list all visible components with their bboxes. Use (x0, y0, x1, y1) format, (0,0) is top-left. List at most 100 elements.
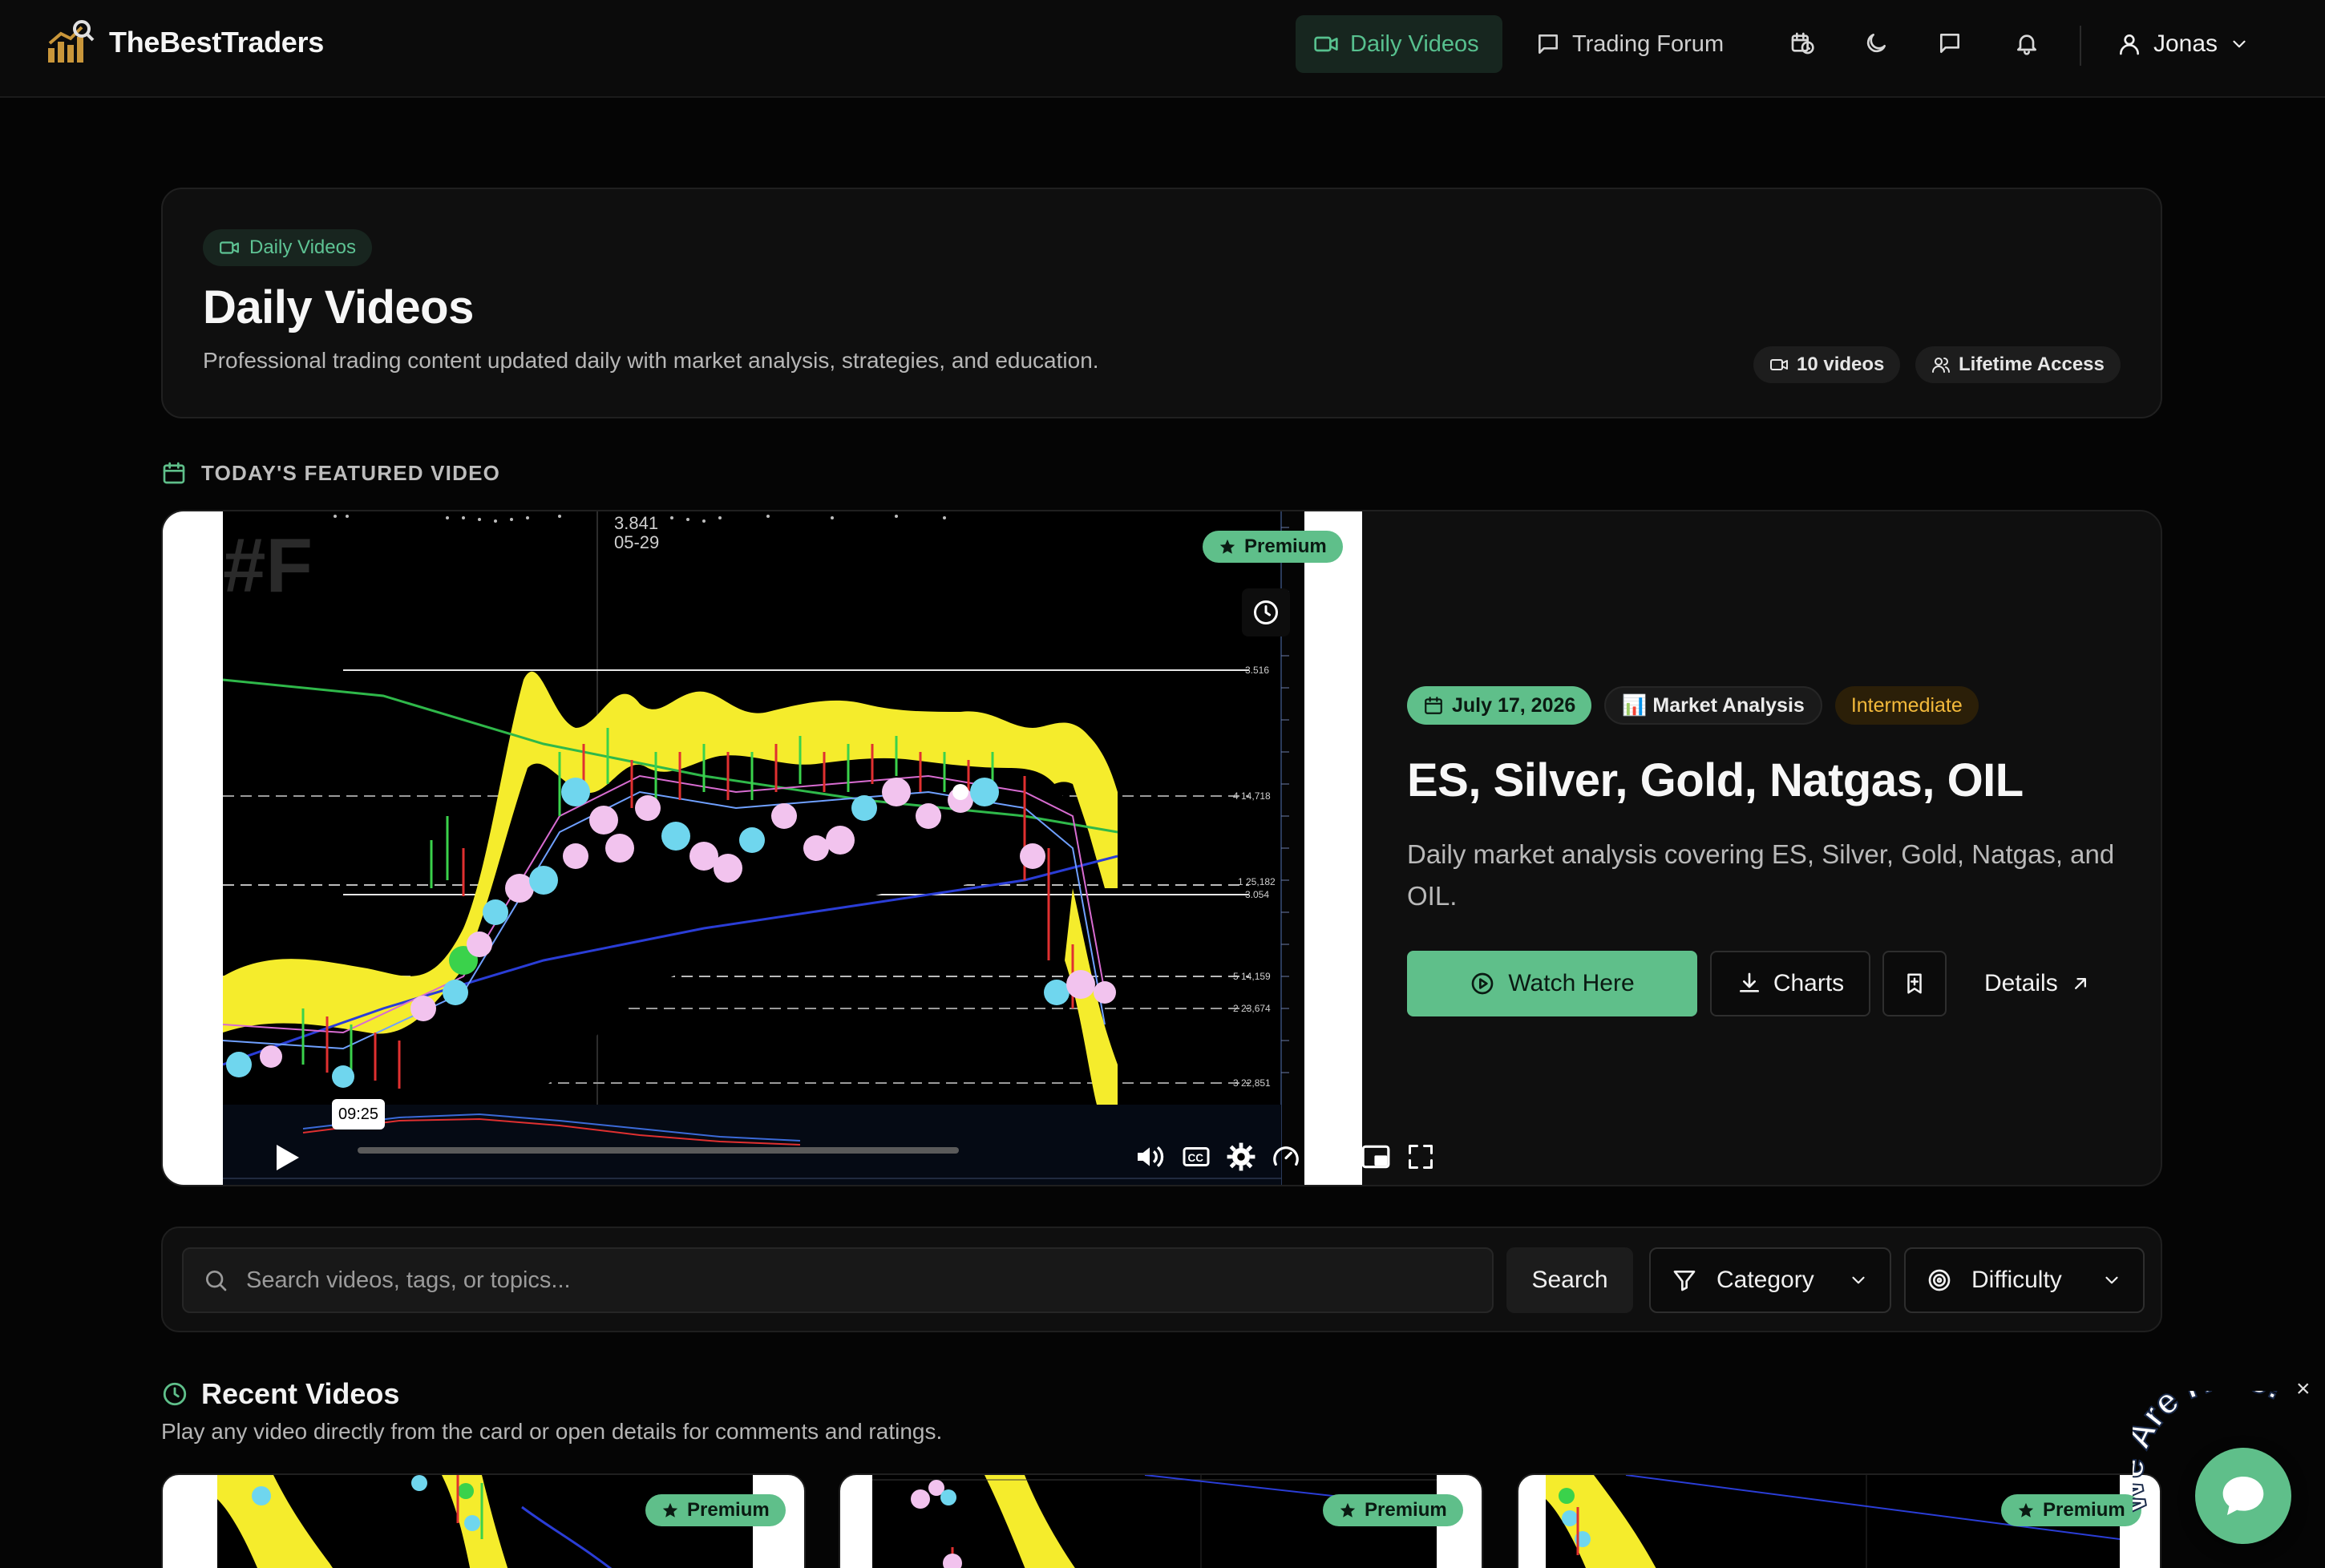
nav-trading-forum-label: Trading Forum (1572, 30, 1725, 57)
premium-badge: Premium (1323, 1494, 1463, 1526)
video-card[interactable]: Premium (161, 1473, 806, 1568)
watch-here-button[interactable]: Watch Here (1407, 951, 1697, 1016)
brand-name: TheBestTraders (109, 26, 324, 59)
chart-price-readout: 3.841 (614, 513, 658, 533)
target-icon (1927, 1267, 1952, 1293)
details-link[interactable]: Details (1984, 951, 2092, 1016)
seek-time-tooltip: 09:25 (332, 1099, 385, 1130)
page-subtitle: Professional trading content updated dai… (203, 348, 1099, 373)
video-camera-icon (219, 237, 240, 258)
star-icon (1219, 538, 1236, 556)
top-navigation-bar: TheBestTraders Daily Videos Trading Foru… (0, 0, 2325, 98)
search-field[interactable] (182, 1247, 1494, 1313)
page-header-card: Daily Videos Daily Videos Professional t… (161, 188, 2162, 418)
play-circle-icon (1470, 971, 1495, 996)
featured-section-label: TODAY'S FEATURED VIDEO (161, 460, 500, 486)
video-player[interactable]: #F 3.841 05-29 3.516 4 14,718 1 25,182 3… (163, 511, 1433, 1185)
clock-icon (1251, 598, 1280, 627)
recent-videos-heading: Recent Videos (161, 1377, 399, 1411)
level-label: 1 25,182 (1238, 876, 1276, 887)
play-button[interactable] (267, 1135, 307, 1180)
volume-icon[interactable] (1130, 1135, 1170, 1178)
playback-speed-icon[interactable] (1266, 1135, 1306, 1178)
difficulty-dropdown-label: Difficulty (1971, 1267, 2062, 1293)
chart-watermark: #F (223, 523, 313, 608)
fullscreen-icon[interactable] (1401, 1135, 1441, 1178)
category-dropdown-label: Category (1716, 1267, 1814, 1293)
details-label: Details (1984, 970, 2058, 996)
recent-videos-subtitle: Play any video directly from the card or… (161, 1419, 943, 1444)
watch-here-label: Watch Here (1508, 970, 1635, 996)
nav-trading-forum[interactable]: Trading Forum (1518, 15, 1742, 73)
video-card[interactable]: Premium (1517, 1473, 2161, 1568)
video-progress-bar[interactable] (358, 1147, 959, 1154)
video-card[interactable]: Premium (839, 1473, 1483, 1568)
chat-square-icon (1535, 31, 1561, 57)
premium-badge: Premium (2001, 1494, 2141, 1526)
calendar-clock-icon[interactable] (1785, 26, 1820, 61)
section-chip: Daily Videos (203, 229, 372, 266)
star-icon (1339, 1501, 1357, 1519)
premium-badge-label: Premium (1244, 535, 1327, 557)
premium-badge: Premium (1203, 531, 1343, 563)
nav-daily-videos-label: Daily Videos (1350, 30, 1479, 57)
section-chip-label: Daily Videos (249, 236, 356, 258)
watch-later-button[interactable] (1242, 588, 1290, 636)
premium-badge-label: Premium (687, 1499, 770, 1521)
chart-date-readout: 05-29 (614, 532, 659, 552)
level-label: 3.054 (1245, 889, 1269, 900)
svg-text:CC: CC (1188, 1152, 1204, 1164)
bell-icon[interactable] (2009, 26, 2044, 61)
filter-icon (1672, 1267, 1697, 1293)
featured-video-card: #F 3.841 05-29 3.516 4 14,718 1 25,182 3… (161, 510, 2162, 1186)
nav-daily-videos[interactable]: Daily Videos (1296, 15, 1502, 73)
calendar-icon (161, 460, 187, 486)
users-icon (1931, 355, 1951, 374)
videos-count-text: 10 videos (1797, 354, 1885, 375)
chat-launcher-button[interactable] (2195, 1448, 2291, 1544)
video-camera-icon (1769, 355, 1789, 374)
category-badge: 📊 Market Analysis (1604, 686, 1822, 725)
featured-section-label-text: TODAY'S FEATURED VIDEO (201, 460, 501, 485)
chevron-down-icon (2229, 34, 2250, 55)
featured-video-description: Daily market analysis covering ES, Silve… (1407, 839, 2115, 911)
featured-video-title[interactable]: ES, Silver, Gold, Natgas, OIL (1407, 754, 2024, 807)
category-dropdown[interactable]: Category (1649, 1247, 1891, 1313)
settings-gear-icon[interactable] (1221, 1135, 1261, 1178)
picture-in-picture-icon[interactable] (1356, 1135, 1396, 1178)
charts-label: Charts (1773, 970, 1845, 996)
premium-badge: Premium (645, 1494, 786, 1526)
search-filter-bar: Search Category Difficulty (161, 1227, 2162, 1332)
search-icon (203, 1267, 228, 1293)
difficulty-dropdown[interactable]: Difficulty (1904, 1247, 2145, 1313)
level-label: 4 14,718 (1233, 790, 1271, 802)
search-input[interactable] (246, 1249, 1492, 1311)
video-frame-chart[interactable]: #F 3.841 05-29 3.516 4 14,718 1 25,182 3… (223, 511, 1304, 1185)
bookmark-icon (1902, 972, 1927, 996)
logo-chart-icon (45, 19, 96, 66)
nav-divider (2080, 26, 2081, 66)
level-label: 3.516 (1245, 665, 1269, 676)
clock-icon (161, 1380, 188, 1408)
message-icon[interactable] (1932, 26, 1967, 61)
premium-badge-label: Premium (1365, 1499, 1447, 1521)
search-button[interactable]: Search (1506, 1247, 1633, 1313)
captions-icon[interactable]: CC (1176, 1135, 1216, 1178)
brand[interactable]: TheBestTraders (45, 19, 324, 66)
moon-icon[interactable] (1858, 26, 1894, 61)
download-icon (1737, 971, 1762, 996)
user-menu[interactable]: Jonas (2117, 24, 2250, 64)
arrow-up-right-icon (2069, 972, 2092, 995)
access-badge: Lifetime Access (1915, 346, 2121, 383)
user-icon (2117, 31, 2142, 57)
featured-meta: July 17, 2026 📊 Market Analysis Intermed… (1407, 686, 1979, 725)
transcript-search-icon[interactable] (1311, 1135, 1351, 1178)
chevron-down-icon (1848, 1270, 1869, 1291)
bookmark-button[interactable] (1882, 951, 1947, 1016)
star-icon (2017, 1501, 2035, 1519)
premium-badge-label: Premium (2043, 1499, 2125, 1521)
difficulty-badge: Intermediate (1834, 686, 1979, 725)
level-label: 3 22,851 (1233, 1077, 1271, 1089)
videos-count-badge: 10 videos (1753, 346, 1901, 383)
charts-download-button[interactable]: Charts (1710, 951, 1870, 1016)
